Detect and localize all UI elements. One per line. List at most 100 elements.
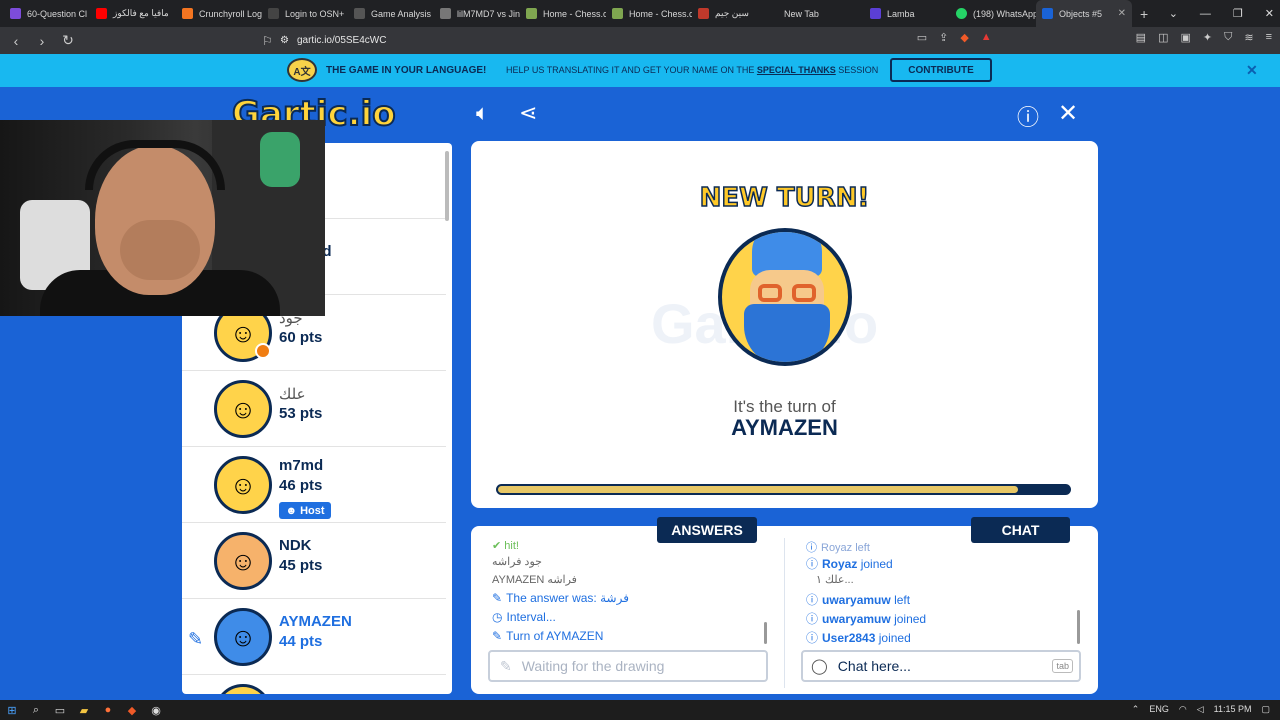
close-tab-icon[interactable]: ✕ — [1118, 8, 1126, 19]
chevron-down-icon[interactable]: ⌄ — [1169, 7, 1178, 20]
sound-icon[interactable]: 🔈︎ — [476, 100, 489, 126]
browser-tab[interactable]: Home - Chess.c — [520, 0, 606, 27]
start-icon[interactable]: ⊞ — [0, 704, 24, 717]
player-avatar: ☺ — [214, 608, 272, 666]
bookmark-icon[interactable]: ⚐ — [262, 34, 273, 48]
address-bar[interactable]: ⚐ ⚙ gartic.io/05SE4cWC — [262, 31, 1000, 50]
players-scrollbar[interactable] — [445, 151, 449, 221]
avatar-beard — [744, 304, 830, 362]
share-icon[interactable]: ⇪ — [939, 31, 948, 44]
tray-chevron-icon[interactable]: ⌃ — [1132, 704, 1140, 715]
browser-tab[interactable]: Login to OSN+ — [262, 0, 348, 27]
new-tab-button[interactable]: + — [1132, 6, 1156, 22]
chat-bubble-icon: ◯ — [811, 658, 828, 675]
clock-text[interactable]: 11:15 PM — [1214, 704, 1252, 715]
contribute-button[interactable]: CONTRIBUTE — [890, 58, 992, 82]
player-row[interactable]: ☺ علك 53 pts — [182, 371, 446, 447]
browser-tab[interactable]: lilM7MD7 vs Jin — [434, 0, 520, 27]
brave-icon[interactable]: ◆ — [120, 704, 144, 717]
rewards-icon[interactable]: ▲ — [981, 31, 992, 44]
browser-tab[interactable]: Game Analysis — [348, 0, 434, 27]
info-icon: ⓘ — [806, 612, 819, 626]
reload-icon[interactable]: ↻ — [58, 32, 78, 49]
chat-input[interactable]: ◯ Chat here... tab — [801, 650, 1081, 682]
banner-close-icon[interactable]: ✕ — [1246, 62, 1258, 79]
answer-line: ✎ The answer was: فرشة — [492, 591, 629, 605]
webcam-person-hand — [120, 220, 200, 280]
obs-icon[interactable]: ◉ — [144, 704, 168, 717]
tab-favicon-icon — [956, 8, 967, 19]
vpn-icon[interactable]: ⛉ — [1224, 31, 1232, 44]
browser-tab[interactable]: (198) WhatsApp — [950, 0, 1036, 27]
chat-scrollbar[interactable] — [1077, 610, 1080, 644]
answers-label: ANSWERS — [657, 517, 757, 543]
banner-headline: THE GAME IN YOUR LANGUAGE! — [326, 65, 487, 76]
browser-tab[interactable]: Lamba — [864, 0, 950, 27]
forward-icon[interactable]: › — [32, 33, 52, 49]
player-row[interactable]: ✎ ☺ AYMAZEN 44 pts — [182, 599, 446, 675]
firefox-icon[interactable]: ● — [96, 704, 120, 716]
answer-line: AYMAZEN فراشه — [492, 574, 577, 586]
file-explorer-icon[interactable]: ▰ — [72, 704, 96, 717]
cast-icon[interactable]: ▭ — [917, 31, 927, 44]
drawing-canvas[interactable]: Gartic.io NEW TURN! It's the turn of AYM… — [471, 141, 1098, 508]
browser-tab[interactable]: سين جيم — [692, 0, 778, 27]
chat-line: علك ١... — [816, 574, 854, 586]
info-icon[interactable]: ⓘ — [1017, 100, 1039, 132]
answer-input[interactable]: ✎ Waiting for the drawing — [488, 650, 768, 682]
translation-banner: A文 THE GAME IN YOUR LANGUAGE! HELP US TR… — [0, 54, 1280, 87]
player-name: m7md — [279, 457, 324, 474]
task-view-icon[interactable]: ▭ — [48, 704, 72, 717]
avatar-glasses — [758, 284, 782, 302]
browser-tab-active[interactable]: Objects #5 ✕ — [1036, 0, 1132, 27]
browser-tab[interactable]: Home - Chess.c — [606, 0, 692, 27]
split-icon[interactable]: ◫ — [1158, 31, 1168, 44]
browser-tab[interactable]: مافيا مع فالكوز — [90, 0, 176, 27]
pencil-icon: ✎ — [500, 657, 512, 674]
tab-favicon-icon — [870, 8, 881, 19]
info-icon: ⓘ — [806, 593, 819, 607]
answers-scrollbar[interactable] — [764, 622, 767, 644]
shield-icon[interactable]: ◆ — [960, 31, 968, 44]
settings-icon[interactable]: ≋ — [1244, 31, 1253, 44]
special-thanks-link[interactable]: SPECIAL THANKS — [757, 65, 836, 75]
maximize-icon[interactable]: ❐ — [1233, 7, 1243, 20]
language-indicator[interactable]: ENG — [1149, 704, 1169, 715]
browser-tab[interactable]: New Tab — [778, 0, 864, 27]
player-avatar: ☺ — [214, 456, 272, 514]
player-avatar: ☺ — [214, 684, 272, 694]
turn-of-label: It's the turn of — [733, 397, 836, 416]
host-icon: ☻ — [285, 504, 298, 517]
info-icon: ⓘ — [806, 557, 819, 571]
minimize-icon[interactable]: — — [1200, 8, 1211, 20]
volume-icon[interactable]: ◁ — [1197, 704, 1204, 715]
extensions-icon[interactable]: ✦ — [1203, 31, 1212, 44]
turn-player-name: AYMAZEN — [731, 415, 838, 440]
site-settings-icon[interactable]: ⚙ — [280, 35, 289, 46]
wallet-icon[interactable]: ▣ — [1180, 31, 1190, 44]
network-icon[interactable]: ◠ — [1179, 704, 1187, 715]
chat-line: ⓘ User2843 joined — [806, 631, 911, 645]
chat-line: ⓘ uwaryamuw joined — [806, 612, 927, 626]
webcam-toy — [260, 132, 300, 187]
browser-tools: ▭ ⇪ ◆ ▲ ▤ ◫ ▣ ✦ ⛉ ≋ ≡ — [917, 31, 1272, 44]
player-row[interactable]: ☺ NDK 45 pts — [182, 523, 446, 599]
close-window-icon[interactable]: ✕ — [1265, 7, 1274, 20]
answer-line: ✎ Turn of AYMAZEN — [492, 629, 604, 643]
tab-favicon-icon — [440, 8, 451, 19]
share-game-icon[interactable]: ⋖ — [519, 100, 537, 126]
browser-tab[interactable]: 60-Question Cl — [4, 0, 90, 27]
sidebar-icon[interactable]: ▤ — [1136, 31, 1146, 44]
player-row[interactable]: ☺ m7md 46 pts ☻ Host — [182, 447, 446, 523]
info-icon: ⓘ — [806, 631, 819, 645]
exit-icon[interactable]: ✕ — [1058, 99, 1078, 128]
tab-favicon-icon — [354, 8, 365, 19]
browser-tab[interactable]: Crunchyroll Log — [176, 0, 262, 27]
search-icon[interactable]: ⌕ — [24, 704, 48, 717]
menu-icon[interactable]: ≡ — [1266, 31, 1272, 44]
back-icon[interactable]: ‹ — [6, 33, 26, 49]
player-row[interactable]: ☺ — [182, 675, 446, 694]
player-points: 60 pts — [279, 329, 323, 346]
notification-icon[interactable]: ▢ — [1261, 704, 1270, 715]
browser-tabbar: 60-Question Cl مافيا مع فالكوز Crunchyro… — [0, 0, 1280, 27]
